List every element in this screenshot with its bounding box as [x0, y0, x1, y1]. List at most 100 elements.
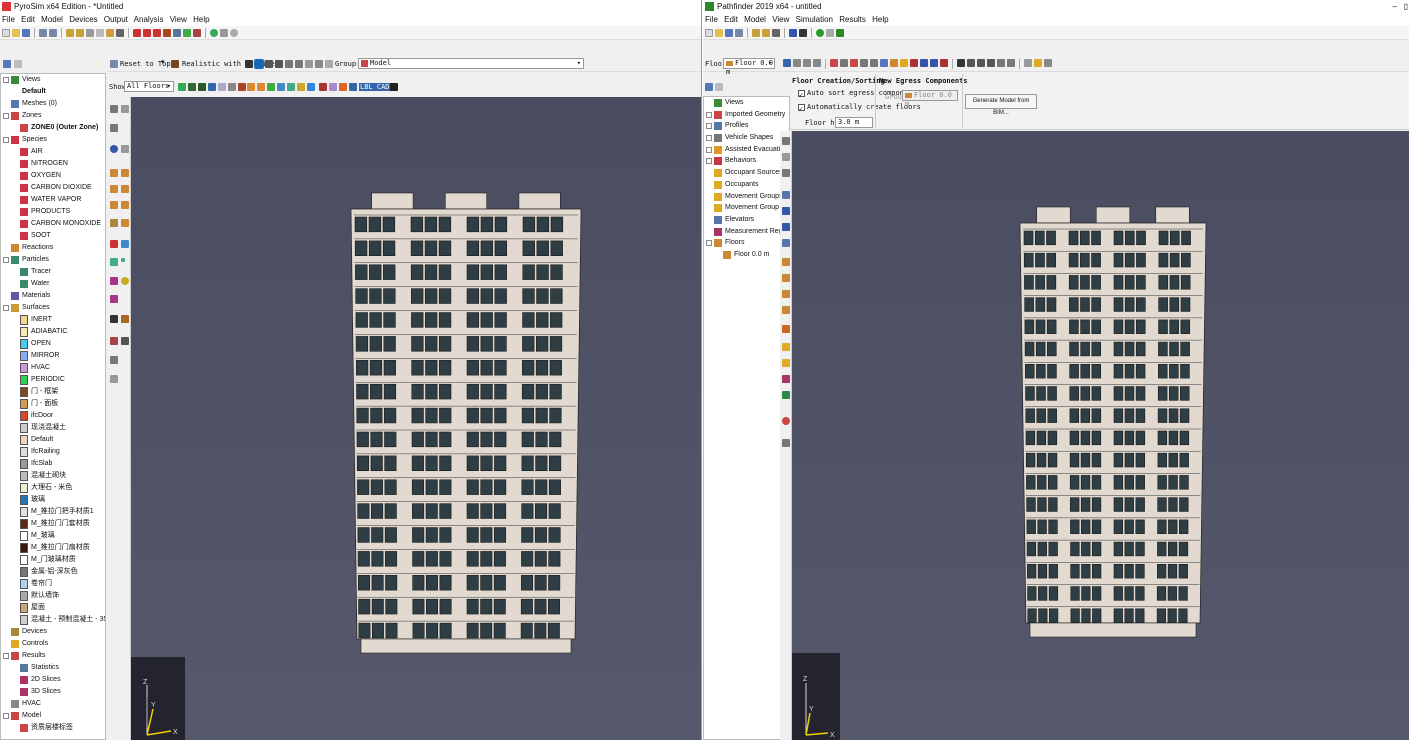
- expand-toggle-icon[interactable]: [3, 77, 9, 83]
- menu-file[interactable]: File: [705, 15, 718, 24]
- floor-view-icon[interactable]: [783, 59, 791, 67]
- sfpe-mode-icon[interactable]: [789, 28, 797, 37]
- tree-node[interactable]: 玻璃: [1, 494, 105, 506]
- highlight-icon[interactable]: [1034, 59, 1042, 67]
- tree-node[interactable]: Views: [704, 97, 789, 109]
- pan-icon[interactable]: [782, 169, 790, 177]
- slab-icon[interactable]: [110, 169, 118, 177]
- tree-node[interactable]: CARBON DIOXIDE: [1, 182, 105, 194]
- zoom-tool-icon[interactable]: [997, 59, 1005, 67]
- tree-node[interactable]: OXYGEN: [1, 170, 105, 182]
- sprinkler-icon[interactable]: [110, 277, 118, 285]
- egress-group-select[interactable]: Floor 0.0 m: [902, 90, 958, 108]
- expand-toggle-icon[interactable]: [3, 137, 9, 143]
- auto-create-option[interactable]: ✓ Automatically create floors: [798, 103, 921, 113]
- expand-toggle-icon[interactable]: [706, 123, 712, 130]
- render-icon[interactable]: [840, 59, 848, 67]
- tree-node[interactable]: 门 - 框架: [1, 386, 105, 398]
- redo-icon[interactable]: [762, 28, 770, 37]
- menu-edit[interactable]: Edit: [724, 15, 738, 24]
- tree-node[interactable]: Vehicle Shapes: [704, 132, 789, 144]
- floor-view-icon[interactable]: [803, 59, 811, 67]
- undo-icon[interactable]: [752, 28, 760, 37]
- camera-icon[interactable]: [782, 417, 790, 425]
- clip-icon[interactable]: [305, 60, 313, 68]
- tree-node[interactable]: Devices: [1, 626, 105, 638]
- hole-tool-icon[interactable]: [121, 201, 129, 209]
- point-icon[interactable]: [121, 258, 125, 262]
- vent-tool-icon[interactable]: [121, 240, 129, 248]
- render-mode-icon[interactable]: [171, 60, 179, 68]
- layers-icon[interactable]: [220, 28, 228, 37]
- import-icon[interactable]: [735, 28, 743, 37]
- expand-toggle-icon[interactable]: [706, 240, 712, 247]
- outline-icon[interactable]: [325, 60, 333, 68]
- render-icon[interactable]: [830, 59, 838, 67]
- occupant-icon[interactable]: [880, 59, 888, 67]
- tree-node[interactable]: 现浇混凝土: [1, 422, 105, 434]
- mesh-icon[interactable]: [319, 83, 327, 91]
- redo-icon[interactable]: [76, 28, 84, 37]
- menu-analysis[interactable]: Analysis: [134, 15, 164, 24]
- hole-icon[interactable]: [257, 83, 265, 91]
- tree-node[interactable]: Default: [1, 86, 105, 98]
- tree-node[interactable]: Default: [1, 434, 105, 446]
- cut-icon[interactable]: [86, 28, 94, 37]
- expand-toggle-icon[interactable]: [3, 713, 9, 719]
- tree-node[interactable]: Profiles: [704, 120, 789, 132]
- device-icon[interactable]: [287, 83, 295, 91]
- floor-view-icon[interactable]: [793, 59, 801, 67]
- render-icon[interactable]: [870, 59, 878, 67]
- tree-node[interactable]: M_推拉门把手材质1: [1, 506, 105, 518]
- render-icon[interactable]: [850, 59, 858, 67]
- menu-model[interactable]: Model: [41, 15, 63, 24]
- ramp-icon[interactable]: [782, 239, 790, 247]
- tree-node[interactable]: Meshes (0): [1, 98, 105, 110]
- text-icon[interactable]: [110, 375, 118, 383]
- zoom-tool-icon[interactable]: [285, 60, 293, 68]
- menu-results[interactable]: Results: [839, 15, 866, 24]
- tree-node[interactable]: Controls: [1, 638, 105, 650]
- tree-node[interactable]: 3D Slices: [1, 686, 105, 698]
- ruler-icon[interactable]: [110, 356, 118, 364]
- occupant-icon[interactable]: [890, 59, 898, 67]
- show-floors-select[interactable]: All Floors ▾: [124, 81, 174, 92]
- orbit-icon[interactable]: [782, 137, 790, 145]
- tree-navigate-icon[interactable]: [3, 60, 11, 68]
- orbit-icon[interactable]: [110, 105, 118, 113]
- tree-filter-icon[interactable]: [715, 83, 723, 91]
- zoom-box-icon[interactable]: [295, 60, 303, 68]
- eyedropper-icon[interactable]: [110, 337, 118, 345]
- menu-help[interactable]: Help: [872, 15, 888, 24]
- floor-icon[interactable]: [228, 83, 236, 91]
- tree-node[interactable]: Statistics: [1, 662, 105, 674]
- measure-icon[interactable]: [782, 391, 790, 399]
- settings-icon[interactable]: [230, 28, 238, 37]
- tree-node[interactable]: PERIODIC: [1, 374, 105, 386]
- wall-tool-icon[interactable]: [121, 185, 129, 193]
- expand-toggle-icon[interactable]: [3, 305, 9, 311]
- sphere-icon[interactable]: [110, 145, 118, 153]
- menu-devices[interactable]: Devices: [69, 15, 97, 24]
- generate-model-button[interactable]: Generate Model from BIM...: [965, 94, 1037, 116]
- floor-icon[interactable]: [208, 83, 216, 91]
- tree-node[interactable]: Reactions: [1, 242, 105, 254]
- tree-node[interactable]: HVAC: [1, 362, 105, 374]
- roam-icon[interactable]: [782, 153, 790, 161]
- color-icon[interactable]: [210, 28, 218, 37]
- paste-icon[interactable]: [106, 28, 114, 37]
- roam-icon[interactable]: [121, 105, 129, 113]
- behavior-icon[interactable]: [930, 59, 938, 67]
- tree-node[interactable]: OPEN: [1, 338, 105, 350]
- particle-icon[interactable]: [297, 83, 305, 91]
- grid-icon[interactable]: [1044, 59, 1052, 67]
- run-fds-icon[interactable]: [133, 28, 141, 37]
- tree-node[interactable]: Movement Group Templates: [704, 202, 789, 214]
- new-file-icon[interactable]: [2, 28, 10, 37]
- tree-node[interactable]: AIR: [1, 146, 105, 158]
- tree-node[interactable]: Views: [1, 74, 105, 86]
- obstruction-icon[interactable]: [782, 306, 790, 314]
- 3d-viewport[interactable]: Z X Y: [131, 97, 701, 740]
- menu-file[interactable]: File: [2, 15, 15, 24]
- tree-node[interactable]: M_推拉门门套材质: [1, 518, 105, 530]
